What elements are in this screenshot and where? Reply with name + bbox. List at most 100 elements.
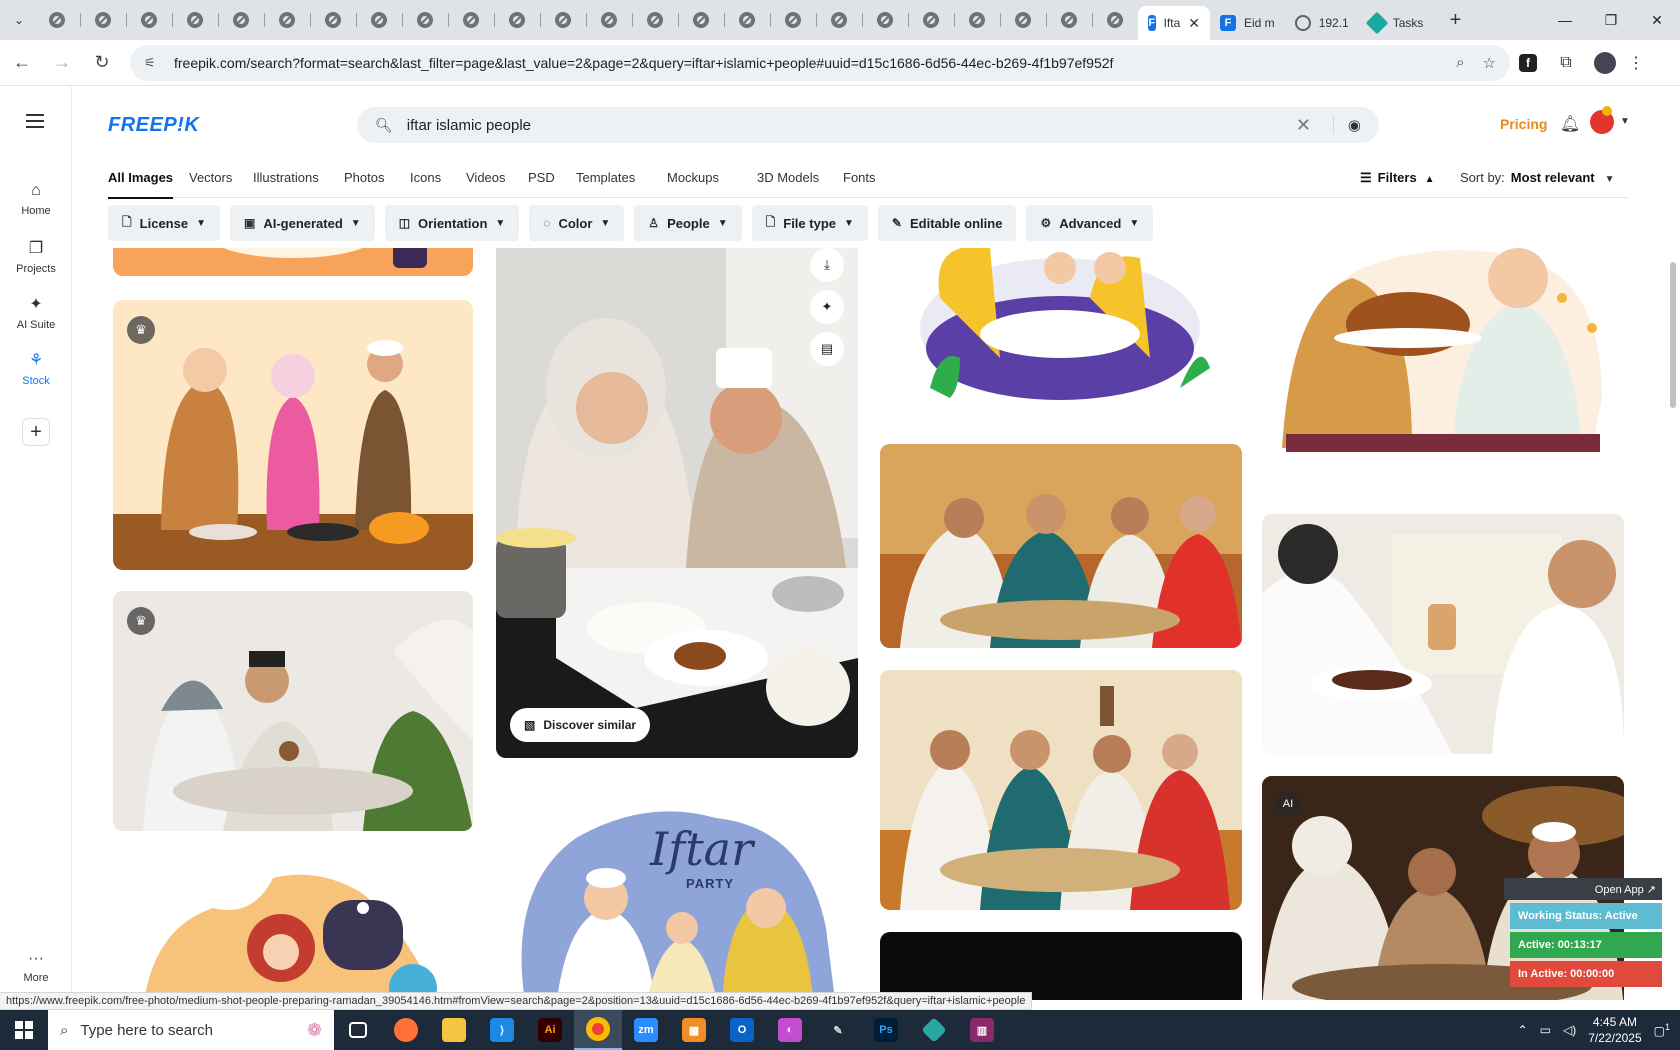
tab-vectors[interactable]: Vectors	[189, 170, 232, 185]
image-card[interactable]	[1262, 248, 1622, 468]
pen-tool-icon[interactable]: ✎	[814, 1010, 862, 1050]
pinned-tab[interactable]	[34, 4, 80, 36]
zoom-icon[interactable]: ⌕	[1456, 54, 1464, 71]
add-icon[interactable]: +	[22, 418, 50, 446]
new-tab-button[interactable]: +	[1439, 4, 1471, 36]
sort-dropdown[interactable]: Sort by: Most relevant ▼	[1460, 170, 1615, 185]
pinned-tab[interactable]	[494, 4, 540, 36]
image-card[interactable]: Iftar PARTY	[496, 798, 858, 1000]
close-window-icon[interactable]: ✕	[1634, 0, 1680, 40]
image-card[interactable]	[113, 848, 473, 1000]
app-teal-icon[interactable]	[910, 1010, 958, 1050]
image-card[interactable]	[880, 670, 1242, 910]
download-icon[interactable]: ⤓	[810, 248, 844, 282]
minimize-icon[interactable]: —	[1542, 0, 1588, 40]
pinned-tab[interactable]	[862, 4, 908, 36]
tab-active[interactable]: F Ifta ✕	[1138, 6, 1210, 40]
pinned-tab[interactable]	[1092, 4, 1138, 36]
pinned-tab[interactable]	[172, 4, 218, 36]
image-card[interactable]: ♛	[113, 300, 473, 570]
pinned-tab[interactable]	[402, 4, 448, 36]
site-settings-icon[interactable]: ⚟	[144, 55, 162, 71]
file-explorer-icon[interactable]	[430, 1010, 478, 1050]
sidebar-item-home[interactable]: ⌂ Home	[0, 182, 72, 217]
illustrator-icon[interactable]: Ai	[526, 1010, 574, 1050]
address-bar[interactable]: ⚟ freepik.com/search?format=search&last_…	[130, 44, 1510, 81]
pinned-tab[interactable]	[586, 4, 632, 36]
clear-search-icon[interactable]: ✕	[1296, 115, 1311, 136]
outlook-icon[interactable]: O	[718, 1010, 766, 1050]
tab-3d-models[interactable]: 3D Models	[757, 170, 819, 185]
extension-f-icon[interactable]: f	[1519, 53, 1537, 72]
pinned-tab[interactable]	[310, 4, 356, 36]
add-to-collection-icon[interactable]: ▤	[810, 332, 844, 366]
clock[interactable]: 4:45 AM 7/22/2025	[1588, 1014, 1641, 1046]
filters-toggle-button[interactable]: ☰ Filters ▲	[1360, 170, 1435, 186]
bookmark-star-icon[interactable]: ☆	[1483, 54, 1496, 72]
chevron-up-icon[interactable]: ⌃	[1518, 1023, 1528, 1037]
filter-file-type[interactable]: 🗋 File type ▼	[751, 205, 868, 241]
sidebar-item-projects[interactable]: ❐ Projects	[0, 238, 72, 275]
taskbar-search[interactable]: ⌕ Type here to search ❁	[48, 1010, 334, 1050]
notifications-icon[interactable]: ▢1	[1654, 1022, 1670, 1038]
back-icon[interactable]: ←	[4, 45, 40, 81]
pinned-tab[interactable]	[678, 4, 724, 36]
pinned-tab[interactable]	[724, 4, 770, 36]
photoshop-icon[interactable]: Ps	[862, 1010, 910, 1050]
image-card[interactable]	[880, 932, 1242, 1000]
tab-ip[interactable]: 192.1	[1285, 6, 1359, 40]
filter-ai-generated[interactable]: ▣ AI-generated ▼	[229, 205, 375, 241]
scrollbar-thumb[interactable]	[1670, 262, 1676, 408]
image-card[interactable]	[1262, 514, 1624, 754]
hamburger-menu-icon[interactable]	[26, 114, 44, 128]
network-icon[interactable]: ▭	[1540, 1023, 1551, 1037]
profile-avatar[interactable]	[1594, 51, 1616, 74]
close-tab-icon[interactable]: ✕	[1188, 15, 1200, 32]
page-scrollbar[interactable]	[1666, 86, 1680, 998]
firefox-icon[interactable]	[382, 1010, 430, 1050]
pinned-tab[interactable]	[356, 4, 402, 36]
tab-all-images[interactable]: All Images	[108, 170, 174, 199]
tab-search-icon[interactable]: ⌄	[4, 5, 34, 35]
tab-illustrations[interactable]: Illustrations	[253, 170, 319, 185]
pinned-tab[interactable]	[126, 4, 172, 36]
open-app-button[interactable]: Open App ↗	[1504, 878, 1662, 900]
pinned-tab[interactable]	[632, 4, 678, 36]
vscode-icon[interactable]: ⟩	[478, 1010, 526, 1050]
freepik-logo[interactable]: FREEP!K	[108, 114, 199, 137]
pinned-tab[interactable]	[1046, 4, 1092, 36]
tab-mockups[interactable]: Mockups	[667, 170, 719, 185]
pinned-tab[interactable]	[264, 4, 310, 36]
pinned-tab[interactable]	[908, 4, 954, 36]
pinned-tab[interactable]	[816, 4, 862, 36]
filter-license[interactable]: 🗋 License ▼	[108, 205, 220, 241]
chrome-icon[interactable]	[574, 1010, 622, 1050]
zoom-icon[interactable]: zm	[622, 1010, 670, 1050]
url-text[interactable]: freepik.com/search?format=search&last_fi…	[174, 55, 1438, 71]
camera-search-icon[interactable]: ◉	[1332, 116, 1361, 134]
filter-orientation[interactable]: ◫ Orientation ▼	[384, 205, 520, 241]
restore-icon[interactable]: ❐	[1588, 0, 1634, 40]
pinned-tab[interactable]	[80, 4, 126, 36]
search-bar[interactable]: 🔍︎ iftar islamic people ✕ ◉	[357, 107, 1379, 143]
ai-edit-icon[interactable]: ✦	[810, 290, 844, 324]
browser-menu-icon[interactable]: ⋮	[1618, 45, 1654, 81]
image-card[interactable]	[113, 248, 473, 276]
tab-tasks[interactable]: Tasks	[1359, 6, 1434, 40]
tab-icons[interactable]: Icons	[410, 170, 441, 185]
filter-people[interactable]: ♙ People ▼	[634, 205, 742, 241]
filter-editable-online[interactable]: ✎ Editable online	[877, 205, 1017, 241]
photos-icon[interactable]: ◐	[766, 1010, 814, 1050]
start-button[interactable]	[0, 1010, 48, 1050]
pricing-link[interactable]: Pricing	[1500, 116, 1547, 132]
extensions-puzzle-icon[interactable]: ⧉	[1548, 45, 1584, 81]
pinned-tab[interactable]	[1000, 4, 1046, 36]
filter-color[interactable]: ◌ Color ▼	[529, 205, 625, 241]
sidebar-item-stock[interactable]: ⚘ Stock	[0, 350, 72, 387]
pinned-tab[interactable]	[540, 4, 586, 36]
image-card[interactable]	[880, 248, 1242, 400]
reload-icon[interactable]: ↻	[84, 45, 120, 81]
pinned-tab[interactable]	[448, 4, 494, 36]
tab-eid[interactable]: F Eid m	[1210, 6, 1285, 40]
tab-fonts[interactable]: Fonts	[843, 170, 876, 185]
